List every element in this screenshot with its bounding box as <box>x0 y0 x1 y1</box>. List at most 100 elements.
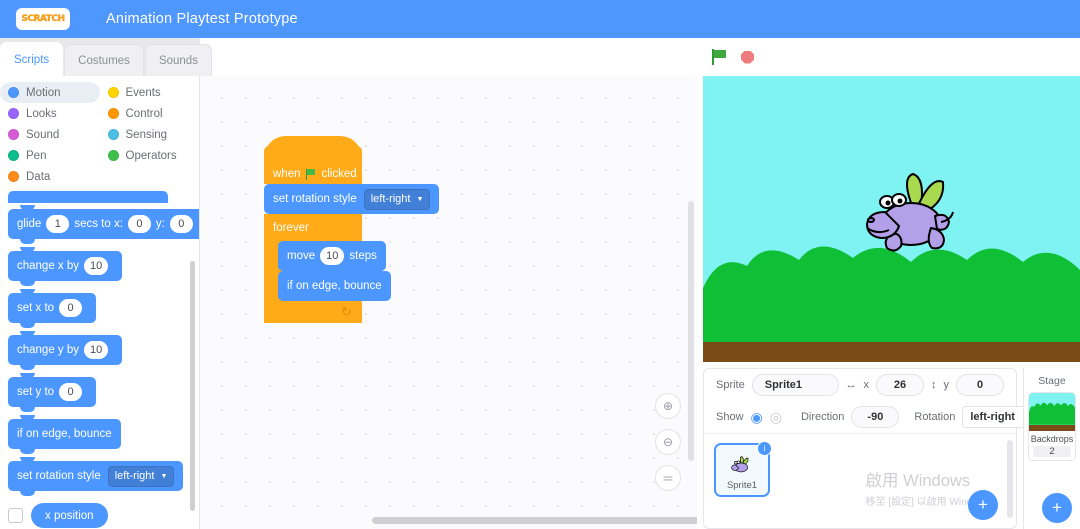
category-label: Looks <box>26 107 57 120</box>
category-operators[interactable]: Operators <box>100 145 200 166</box>
stage-backdrop-card[interactable]: Backdrops 2 <box>1028 392 1076 461</box>
block-text: if on edge, bounce <box>287 280 382 292</box>
rotation-style-dropdown[interactable]: left-right ▼ <box>107 465 175 487</box>
stop-sign-icon[interactable] <box>741 50 754 64</box>
palette-block-partial[interactable] <box>8 191 199 203</box>
move-steps-input[interactable]: 10 <box>320 247 345 265</box>
show-hidden-icon[interactable]: ◎ <box>770 409 782 426</box>
looks-color-dot <box>8 108 19 119</box>
canvas-horizontal-scrollbar[interactable] <box>372 517 697 524</box>
script-stack[interactable]: when clicked set rotation style left-rig… <box>264 136 440 323</box>
rotation-select-value: left-right <box>970 411 1015 423</box>
palette-block-if-on-edge-bounce[interactable]: if on edge, bounce <box>8 415 121 454</box>
glide-secs-input[interactable]: 1 <box>46 215 70 233</box>
sprite-info-badge-icon[interactable]: i <box>757 441 772 456</box>
sprite-y-input[interactable]: 0 <box>956 374 1004 396</box>
stage-display[interactable] <box>703 76 1080 362</box>
x-label: x <box>863 379 870 391</box>
tab-scripts[interactable]: Scripts <box>0 42 64 76</box>
category-looks[interactable]: Looks <box>0 103 100 124</box>
sprite-direction-input[interactable]: -90 <box>851 406 900 428</box>
tab-costumes[interactable]: Costumes <box>64 44 144 76</box>
palette-block-change-x-by[interactable]: change x by 10 <box>8 247 123 286</box>
change-x-input[interactable]: 10 <box>84 257 109 275</box>
glide-x-input[interactable]: 0 <box>127 215 151 233</box>
data-color-dot <box>8 171 19 182</box>
rotation-label: Rotation <box>914 411 956 423</box>
category-control[interactable]: Control <box>100 103 200 124</box>
canvas-vertical-scrollbar[interactable] <box>688 201 694 461</box>
category-motion[interactable]: Motion <box>0 82 100 103</box>
sprite-name-input[interactable]: Sprite1 <box>751 374 839 396</box>
block-text: y: <box>155 218 165 230</box>
category-label: Control <box>125 107 163 120</box>
backdrop-thumbnail <box>1029 393 1075 431</box>
palette-scrollbar[interactable] <box>190 261 195 511</box>
motion-color-dot <box>8 87 19 98</box>
block-text: steps <box>349 250 377 262</box>
set-x-input[interactable]: 0 <box>59 299 83 317</box>
menu-bar: SCRATCH Animation Playtest Prototype <box>0 0 1080 38</box>
set-y-input[interactable]: 0 <box>59 383 83 401</box>
block-if-on-edge-bounce[interactable]: if on edge, bounce <box>278 271 391 301</box>
block-when-flag-clicked[interactable]: when clicked <box>264 136 362 184</box>
block-forever[interactable]: forever move 10 steps if on edge, bounce… <box>264 214 391 323</box>
block-text: when <box>273 168 301 180</box>
palette-reporter-x-position-row: x position <box>8 503 199 528</box>
add-sprite-button[interactable]: + <box>968 490 998 520</box>
block-move-steps[interactable]: move 10 steps <box>278 241 386 271</box>
zoom-out-icon[interactable]: ⊖ <box>655 429 681 455</box>
green-flag-icon <box>305 168 317 180</box>
stage-pane-title: Stage <box>1038 375 1066 387</box>
sound-color-dot <box>8 129 19 140</box>
add-backdrop-button[interactable]: + <box>1042 493 1072 523</box>
sprite-x-input[interactable]: 26 <box>876 374 924 396</box>
sprite-list-scrollbar[interactable] <box>1007 440 1013 518</box>
category-sensing[interactable]: Sensing <box>100 124 200 145</box>
x-axis-icon: ↔ <box>845 379 857 391</box>
show-visible-icon[interactable]: ◉ <box>751 409 763 426</box>
editor-tabs: Scripts Costumes Sounds <box>0 38 212 76</box>
palette-block-list[interactable]: glide 1 secs to x: 0 y: 0 change x by 10… <box>0 191 199 529</box>
control-color-dot <box>107 108 119 119</box>
block-set-rotation-style[interactable]: set rotation style left-right ▼ <box>264 184 440 214</box>
block-text: clicked <box>321 168 357 180</box>
change-y-input[interactable]: 10 <box>84 341 109 359</box>
category-sound[interactable]: Sound <box>0 124 100 145</box>
palette-block-set-y-to[interactable]: set y to 0 <box>8 373 97 412</box>
stage-control-bar <box>697 38 1080 76</box>
sprite-flying-hippo[interactable] <box>855 172 975 272</box>
category-events[interactable]: Events <box>100 82 200 103</box>
block-text: change x by <box>17 260 80 272</box>
zoom-reset-icon[interactable]: ＝ <box>655 465 681 491</box>
watermark-line-1: 啟用 Windows <box>865 472 971 490</box>
category-pen[interactable]: Pen <box>0 145 100 166</box>
zoom-in-icon[interactable]: ⊕ <box>655 393 681 419</box>
green-flag-icon[interactable] <box>711 49 727 65</box>
palette-block-change-y-by[interactable]: change y by 10 <box>8 331 123 370</box>
block-text: move <box>287 250 316 262</box>
palette-block-set-x-to[interactable]: set x to 0 <box>8 289 97 328</box>
palette-block-set-rotation-style[interactable]: set rotation style left-right ▼ <box>8 457 184 496</box>
chevron-down-icon: ▼ <box>416 195 424 203</box>
block-text: glide <box>17 218 42 230</box>
backdrops-count: 2 <box>1033 446 1071 457</box>
palette-block-glide[interactable]: glide 1 secs to x: 0 y: 0 <box>8 205 199 244</box>
block-palette-column: Motion Events Looks Control Sound Sensin… <box>0 76 200 529</box>
sprite-card-sprite1[interactable]: i Sprite1 <box>714 441 772 497</box>
block-text: secs to x: <box>74 218 123 230</box>
category-label: Sound <box>26 128 60 141</box>
category-data[interactable]: Data <box>0 166 100 187</box>
tab-sounds[interactable]: Sounds <box>144 44 212 76</box>
palette-reporter-x-position[interactable]: x position <box>31 503 108 528</box>
hat-block-cap <box>264 136 362 158</box>
glide-y-input[interactable]: 0 <box>169 215 193 233</box>
x-position-checkbox[interactable] <box>8 508 23 523</box>
block-text: if on edge, bounce <box>17 428 112 440</box>
scratch-logo[interactable]: SCRATCH <box>16 8 70 30</box>
rotation-style-dropdown-script[interactable]: left-right ▼ <box>363 188 431 210</box>
script-canvas[interactable]: when clicked set rotation style left-rig… <box>200 76 697 529</box>
operators-color-dot <box>107 150 119 161</box>
stage-ground <box>703 342 1080 362</box>
forever-mouth: move 10 steps if on edge, bounce <box>278 241 391 301</box>
